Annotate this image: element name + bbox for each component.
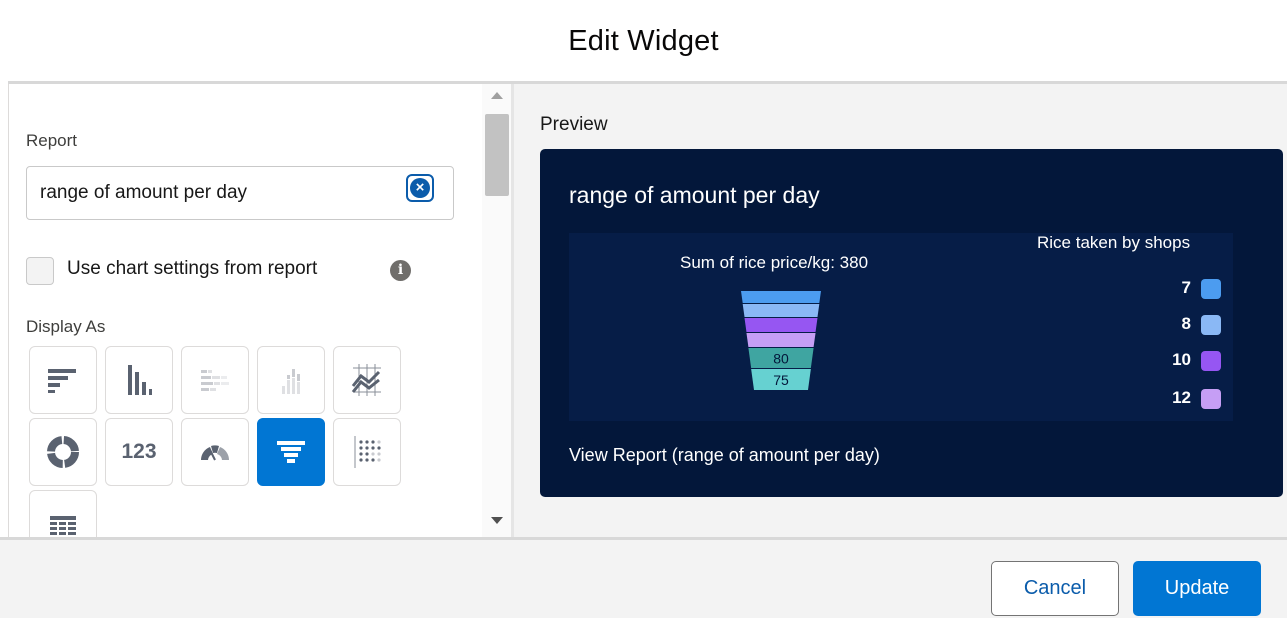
legend-swatch <box>1201 351 1221 371</box>
use-chart-settings-checkbox[interactable] <box>26 257 54 285</box>
stacked-horizontal-bar-icon <box>201 370 229 391</box>
legend-swatch <box>1201 389 1221 409</box>
scroll-thumb[interactable] <box>485 114 509 196</box>
view-report-link[interactable]: View Report (range of amount per day) <box>569 445 880 466</box>
legend-item-label: 10 <box>1172 350 1191 369</box>
line-chart-icon <box>351 364 381 396</box>
funnel-data-label: 80 <box>773 351 789 367</box>
modal-header: Edit Widget <box>0 0 1287 82</box>
metric-icon: 123 <box>121 440 157 463</box>
chart-type-gauge[interactable] <box>181 418 249 486</box>
donut-chart-icon <box>47 436 79 468</box>
scatter-chart-icon <box>354 436 381 468</box>
settings-panel: Report range of amount per day × Use cha… <box>8 84 511 539</box>
widget-title: range of amount per day <box>569 182 820 208</box>
preview-card: range of amount per day Sum of rice pric… <box>540 149 1283 497</box>
cancel-button[interactable]: Cancel <box>991 561 1119 616</box>
funnel-segment[interactable] <box>742 304 820 317</box>
preview-label: Preview <box>540 114 608 135</box>
chart-type-donut[interactable] <box>29 418 97 486</box>
chart-type-line[interactable] <box>333 346 401 414</box>
chart-type-horizontal-bar[interactable] <box>29 346 97 414</box>
legend-title: Rice taken by shops <box>1037 233 1191 252</box>
legend-item-label: 7 <box>1181 278 1191 297</box>
clear-report-button[interactable]: × <box>406 174 434 202</box>
stacked-vertical-bar-icon <box>282 369 300 394</box>
chart-type-vertical-bar[interactable] <box>105 346 173 414</box>
clear-circle-icon: × <box>410 178 430 198</box>
legend-swatch <box>1201 315 1221 335</box>
report-input[interactable]: range of amount per day <box>26 166 454 220</box>
use-chart-settings-label: Use chart settings from report <box>67 258 318 279</box>
update-button[interactable]: Update <box>1133 561 1261 616</box>
table-icon <box>50 516 76 535</box>
settings-scrollbar[interactable] <box>482 84 511 539</box>
report-input-value: range of amount per day <box>40 182 248 203</box>
chart-title: Sum of rice price/kg: 380 <box>680 253 869 272</box>
modal-title: Edit Widget <box>568 24 719 57</box>
vertical-bar-chart-icon <box>128 365 152 395</box>
chart-type-table[interactable] <box>29 490 97 539</box>
legend-swatch <box>1201 279 1221 299</box>
funnel-icon <box>277 441 305 463</box>
report-label: Report <box>26 131 78 150</box>
chart-type-stacked-horizontal-bar[interactable] <box>181 346 249 414</box>
funnel-segment[interactable] <box>746 333 816 347</box>
scroll-down-arrow-icon[interactable] <box>491 517 503 524</box>
modal-footer: Cancel Update <box>0 540 1287 618</box>
chart-type-stacked-vertical-bar[interactable] <box>257 346 325 414</box>
settings-content: Report range of amount per day × Use cha… <box>9 84 481 539</box>
scroll-up-arrow-icon[interactable] <box>491 92 503 99</box>
legend-item-label: 8 <box>1181 314 1191 333</box>
info-icon[interactable]: i <box>390 260 411 281</box>
chart-type-funnel[interactable] <box>257 418 325 486</box>
display-as-label: Display As <box>26 317 106 336</box>
chart-type-scatter[interactable] <box>333 418 401 486</box>
horizontal-bar-chart-icon <box>48 369 76 393</box>
funnel-chart: Sum of rice price/kg: 380 80 75 Rice take… <box>569 233 1233 421</box>
funnel-segment[interactable] <box>744 318 818 332</box>
legend-item-label: 12 <box>1172 388 1191 407</box>
gauge-icon <box>201 445 229 461</box>
preview-panel: Preview range of amount per day Sum of r… <box>514 84 1287 539</box>
funnel-data-label: 75 <box>773 372 789 388</box>
funnel-segment[interactable] <box>741 291 821 303</box>
funnel-svg: 8075 <box>741 291 821 390</box>
chart-type-metric[interactable]: 123 <box>105 418 173 486</box>
